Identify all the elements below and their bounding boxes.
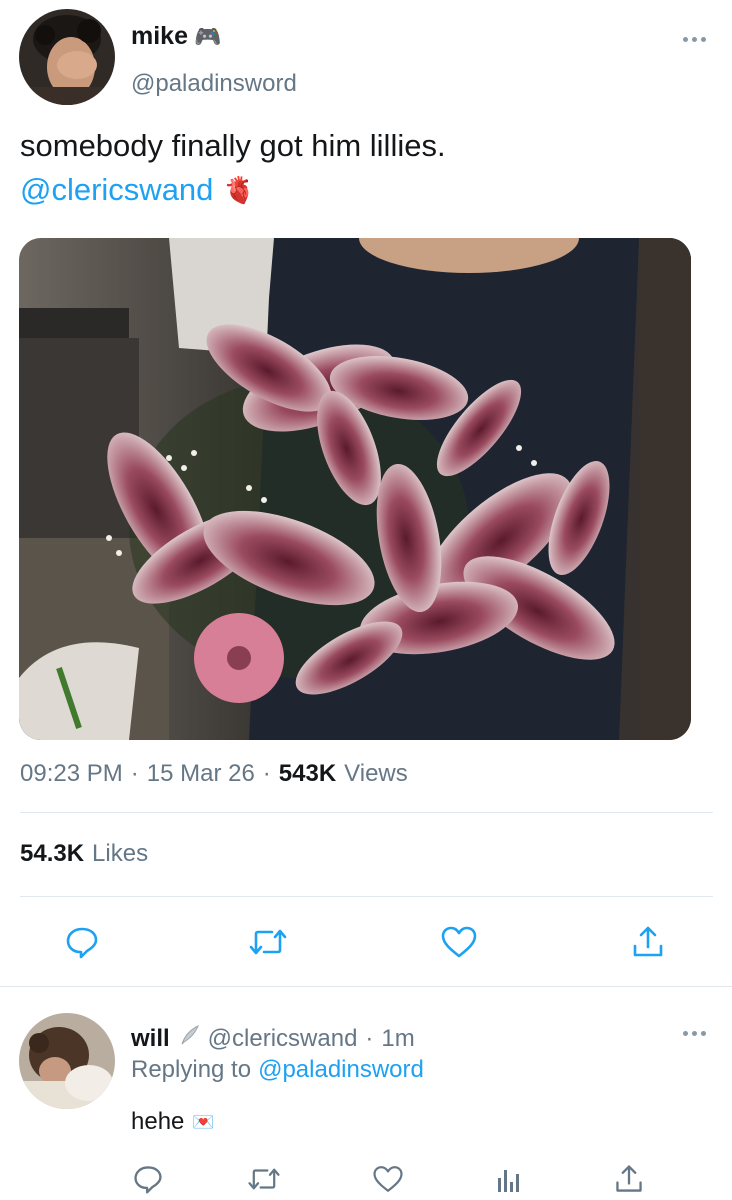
reply-author-name[interactable]: will xyxy=(131,1025,170,1053)
tweet-meta-line: 09:23 PM · 15 Mar 26 · 543K Views xyxy=(20,760,408,788)
tweet-image[interactable] xyxy=(19,238,691,740)
separator-dot: · xyxy=(262,760,271,787)
separator-dot: · xyxy=(365,1025,374,1052)
lily-bouquet-photo-icon xyxy=(19,238,691,740)
like-button[interactable] xyxy=(437,920,481,964)
divider xyxy=(0,986,732,987)
retweet-icon xyxy=(248,1168,280,1190)
reply-icon xyxy=(66,927,98,959)
heart-icon xyxy=(441,926,477,958)
share-icon xyxy=(616,1165,642,1192)
views-label: Views xyxy=(344,760,408,787)
quill-feather-icon xyxy=(178,1024,200,1046)
reply-more-options-icon[interactable] xyxy=(683,1031,706,1036)
replying-to-handle-link[interactable]: @paladinsword xyxy=(258,1056,424,1084)
replying-to-label: Replying to xyxy=(131,1056,252,1083)
divider xyxy=(20,896,713,897)
tweet-date[interactable]: 15 Mar 26 xyxy=(147,760,255,788)
reply-share-button[interactable] xyxy=(609,1160,649,1198)
analytics-bar-chart-icon xyxy=(498,1170,519,1192)
tweet-mention-link[interactable]: @clericswand xyxy=(20,172,213,208)
retweet-icon xyxy=(249,929,287,955)
tweet-text: somebody finally got him lillies. xyxy=(20,128,446,163)
share-button[interactable] xyxy=(626,920,670,964)
reply-retweet-button[interactable] xyxy=(244,1160,284,1198)
love-letter-emoji-icon: 💌 xyxy=(192,1111,215,1132)
retweet-button[interactable] xyxy=(246,920,290,964)
anatomical-heart-emoji-icon: 🫀 xyxy=(223,174,256,205)
author-handle[interactable]: @paladinsword xyxy=(131,70,297,98)
more-options-icon[interactable] xyxy=(683,37,706,42)
author-name[interactable]: mike xyxy=(131,22,188,51)
reply-button[interactable] xyxy=(60,920,104,964)
reply-time[interactable]: 1m xyxy=(381,1025,414,1053)
likes-count: 54.3K xyxy=(20,840,85,867)
reply-author-handle[interactable]: @clericswand xyxy=(208,1025,358,1053)
gamepad-emoji-icon: 🎮 xyxy=(193,23,222,49)
reply-text: hehe xyxy=(131,1108,185,1135)
author-avatar[interactable] xyxy=(19,9,115,105)
separator-dot: · xyxy=(130,760,139,787)
reply-author-avatar[interactable] xyxy=(19,1013,115,1109)
reply-analytics-button[interactable] xyxy=(489,1160,529,1198)
likes-stat[interactable]: 54.3K Likes xyxy=(20,840,148,868)
share-icon xyxy=(633,926,663,957)
likes-label: Likes xyxy=(92,840,149,867)
reply-reply-button[interactable] xyxy=(128,1160,168,1198)
views-count: 543K xyxy=(278,760,337,787)
heart-icon xyxy=(373,1166,403,1192)
reply-like-button[interactable] xyxy=(368,1160,408,1198)
tweet-time[interactable]: 09:23 PM xyxy=(20,760,123,788)
reply-icon xyxy=(134,1166,162,1194)
divider xyxy=(20,812,713,813)
